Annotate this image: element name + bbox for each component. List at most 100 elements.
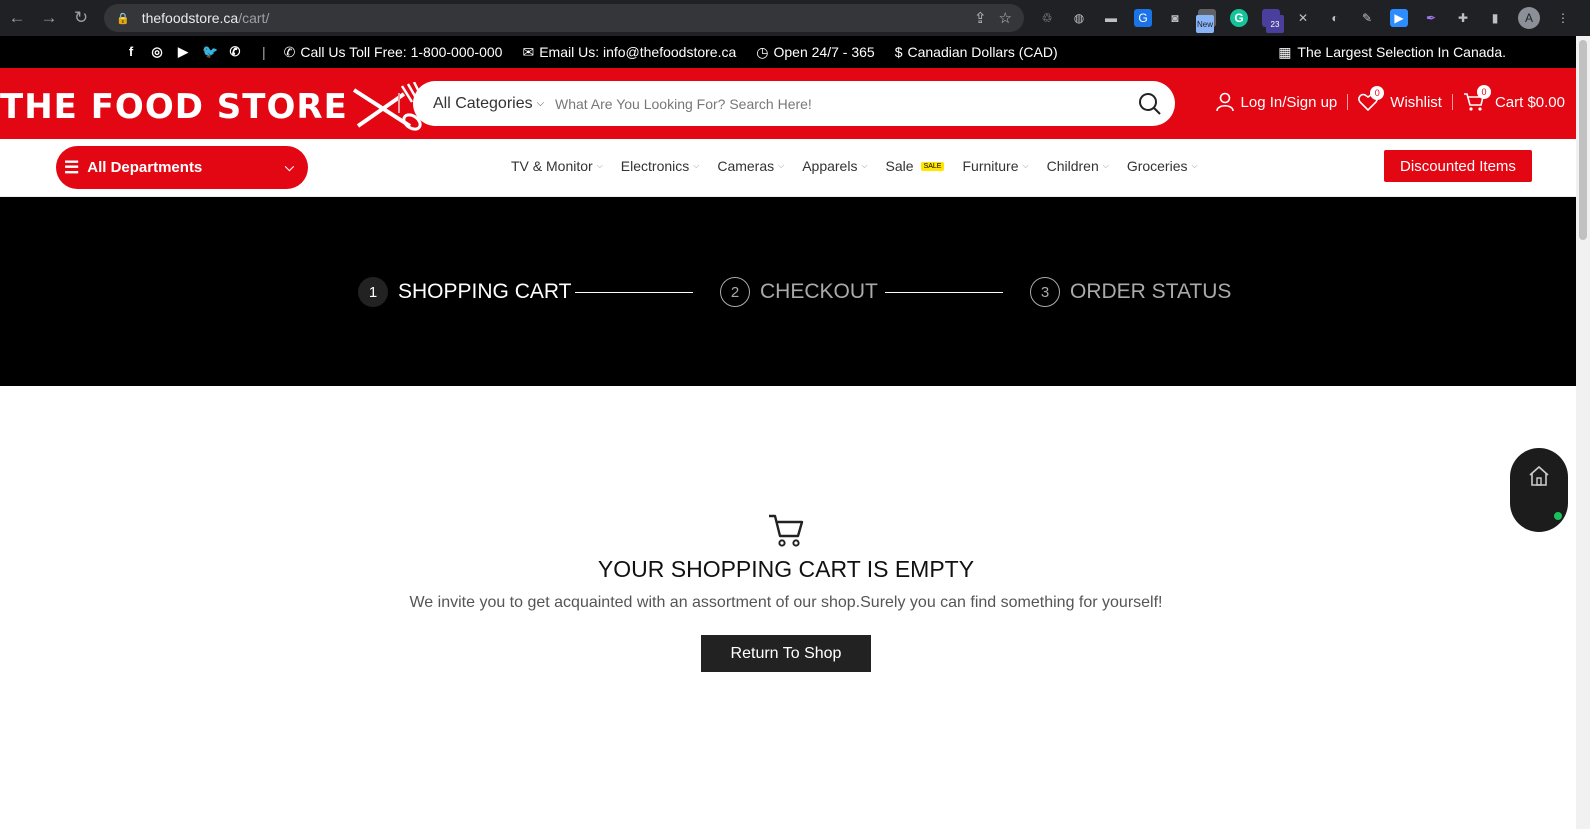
nav-item-electronics[interactable]: Electronics ⌵ [621,158,700,174]
floating-home-widget[interactable] [1510,448,1568,532]
mail-icon: ✉ [522,43,535,60]
nav-item-tv-monitor[interactable]: TV & Monitor ⌵ [511,158,603,174]
counter-extension-icon[interactable]: 23 [1262,9,1284,33]
lock-icon: 🔒 [116,12,130,25]
chevron-down-icon: ⌵ [693,161,700,170]
cart-count-badge: 0 [1476,85,1491,99]
site-header: THE FOOD STORE All Categories⌵ Log In/Si… [0,68,1590,139]
step-connector [885,292,1003,293]
back-icon[interactable]: ← [8,8,26,28]
browser-nav: ← → ↻ [8,8,104,28]
menu-kebab-icon[interactable]: ⋮ [1554,9,1572,27]
call-info[interactable]: ✆ Call Us Toll Free: 1-800-000-000 [284,44,503,61]
spiral-extension-icon[interactable]: ◐ [1326,9,1344,27]
screen-extension-icon[interactable]: ▬ [1102,9,1120,27]
return-to-shop-button[interactable]: Return To Shop [701,635,871,672]
header-links: Log In/Sign up 0 Wishlist 0 Cart $0.00 [1215,85,1565,112]
divider [1451,94,1453,110]
reload-icon[interactable]: ↻ [72,8,90,28]
tagline: ▦ The Largest Selection In Canada. [1278,43,1506,61]
chevron-down-icon: ⌵ [1191,161,1198,170]
profile-avatar[interactable]: A [1518,7,1540,29]
browser-toolbar: ← → ↻ 🔒 thefoodstore.ca/cart/ ⇪ ☆ ♲ ◍ ▬ … [0,0,1590,36]
globe-extension-icon[interactable]: ◍ [1070,9,1088,27]
cart-link[interactable]: 0 Cart $0.00 [1463,85,1565,112]
close-extension-icon[interactable]: ✕ [1294,9,1312,27]
translate-extension-icon[interactable]: G [1134,9,1152,27]
user-icon [1215,92,1234,112]
chevron-down-icon: ⌵ [1102,161,1109,170]
main-nav: ☰ All Departments ⌵ TV & Monitor ⌵ Electr… [0,139,1590,197]
youtube-icon[interactable]: ▶ [176,44,190,60]
chevron-down-icon: ⌵ [861,161,868,170]
site-logo[interactable]: THE FOOD STORE [0,82,424,132]
whatsapp-icon[interactable]: ✆ [228,44,242,60]
category-menu: TV & Monitor ⌵ Electronics ⌵ Cameras ⌵ Appa… [511,158,1198,174]
dollar-icon: $ [894,44,903,60]
discounted-items-button[interactable]: Discounted Items [1384,150,1532,182]
chevron-down-icon: ⌵ [596,161,603,170]
chevron-down-icon: ⌵ [284,160,294,174]
instagram-icon[interactable]: ◎ [150,44,164,60]
forward-icon[interactable]: → [40,8,58,28]
search-input[interactable] [555,95,1125,112]
chevron-down-icon: ⌵ [536,98,545,109]
nav-item-groceries[interactable]: Groceries ⌵ [1127,158,1198,174]
step-label: SHOPPING CART [398,280,572,303]
pen-extension-icon[interactable]: ✎ [1358,9,1376,27]
new-extension-icon[interactable]: New [1196,9,1216,33]
wishlist-count-badge: 0 [1370,86,1385,100]
search-button[interactable] [1125,92,1175,116]
nav-item-cameras[interactable]: Cameras ⌵ [717,158,784,174]
home-icon [1529,465,1549,486]
nav-item-sale[interactable]: Sale SALE [886,158,945,174]
chevron-down-icon: ⌵ [778,161,785,170]
facebook-icon[interactable]: f [124,44,138,60]
nav-item-apparels[interactable]: Apparels ⌵ [802,158,867,174]
step-label: CHECKOUT [760,280,878,303]
bookmark-star-icon[interactable]: ☆ [999,9,1012,27]
divider [1347,94,1349,110]
phone-icon: ✆ [283,43,296,60]
email-info[interactable]: ✉ Email Us: info@thefoodstore.ca [522,44,736,61]
share-icon[interactable]: ⇪ [974,9,987,27]
nav-item-children[interactable]: Children ⌵ [1047,158,1109,174]
all-departments-button[interactable]: ☰ All Departments ⌵ [56,146,308,189]
extensions-bar: ♲ ◍ ▬ G ◙ New G 23 ✕ ◐ ✎ ▶ ✒ ✚ ▮ A ⋮ [1038,7,1572,33]
step-checkout: 2 CHECKOUT [720,277,878,307]
search-icon [1139,92,1161,115]
sidepanel-icon[interactable]: ▮ [1486,9,1504,27]
step-order-status: 3 ORDER STATUS [1030,277,1231,307]
hours-info: ◷ Open 24/7 - 365 [756,43,875,61]
grammarly-extension-icon[interactable]: G [1230,9,1248,27]
step-number: 3 [1030,277,1060,307]
currency-selector[interactable]: $ Canadian Dollars (CAD) [895,44,1058,60]
twitter-icon[interactable]: 🐦 [202,44,218,60]
wishlist-link[interactable]: 0 Wishlist [1358,86,1442,111]
hamburger-icon: ☰ [64,157,80,177]
category-dropdown[interactable]: All Categories ⌵ [413,95,555,113]
page-scrollbar[interactable] [1576,36,1590,829]
recycle-extension-icon[interactable]: ♲ [1038,9,1056,27]
zoom-extension-icon[interactable]: ▶ [1390,9,1408,27]
empty-cart-section: YOUR SHOPPING CART IS EMPTY We invite yo… [0,386,1590,786]
puzzle-extensions-icon[interactable]: ✚ [1454,9,1472,27]
feather-extension-icon[interactable]: ✒ [1422,9,1440,27]
scrollbar-thumb[interactable] [1579,40,1587,240]
online-status-dot [1554,512,1562,520]
chevron-down-icon: ⌵ [1022,161,1029,170]
top-info-bar: f ◎ ▶ 🐦 ✆ | ✆ Call Us Toll Free: 1-800-00… [0,36,1590,68]
login-link[interactable]: Log In/Sign up [1215,92,1337,112]
camera-extension-icon[interactable]: ◙ [1166,9,1184,27]
divider: | [262,44,266,60]
nav-item-furniture[interactable]: Furniture ⌵ [962,158,1028,174]
step-shopping-cart: 1 SHOPPING CART [358,277,571,307]
address-bar[interactable]: 🔒 thefoodstore.ca/cart/ ⇪ ☆ [104,4,1024,32]
sale-badge: SALE [920,161,945,171]
empty-cart-title: YOUR SHOPPING CART IS EMPTY [597,556,975,582]
step-number: 2 [720,277,750,307]
cart-icon [769,514,804,547]
url: thefoodstore.ca/cart/ [141,10,270,26]
empty-cart-subtitle: We invite you to get acquainted with an … [409,594,1163,611]
step-number: 1 [358,277,388,307]
